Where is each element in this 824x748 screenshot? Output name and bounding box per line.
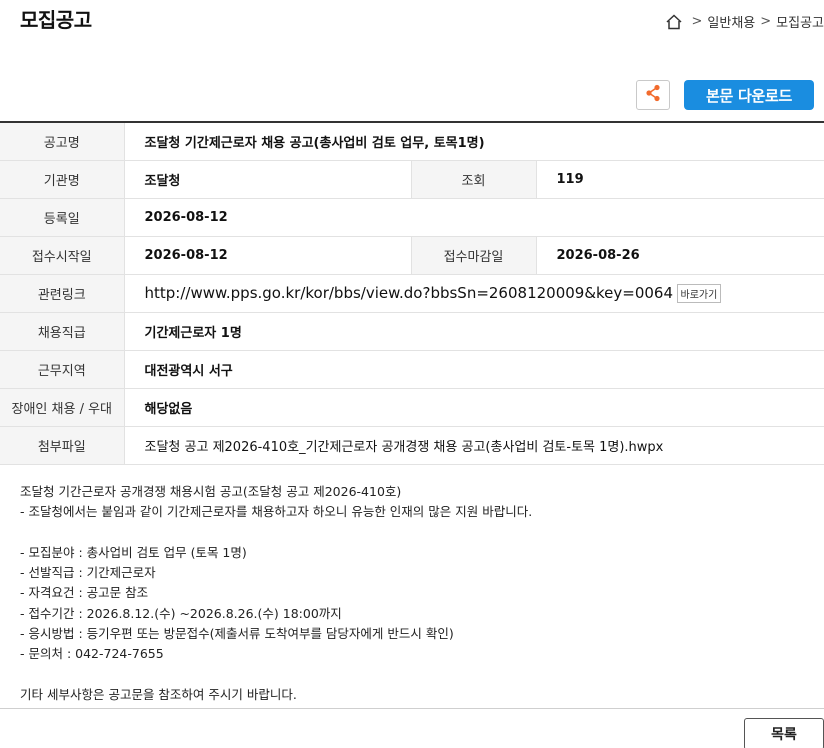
- region-label: 근무지역: [0, 350, 125, 389]
- table-row: 관련링크 http://www.pps.go.kr/kor/bbs/view.d…: [0, 274, 824, 313]
- body-line: [20, 523, 810, 543]
- notice-info-table: 공고명 조달청 기간제근로자 채용 공고(총사업비 검토 업무, 토목1명) 기…: [0, 121, 824, 465]
- breadcrumb-item-notice[interactable]: 모집공고: [776, 12, 824, 31]
- table-row: 근무지역 대전광역시 서구: [0, 350, 824, 389]
- goto-button[interactable]: 바로가기: [676, 283, 722, 303]
- position-value: 기간제근로자 1명: [124, 312, 824, 351]
- end-date-label: 접수마감일: [410, 236, 537, 275]
- table-row: 기관명 조달청 조회 119: [0, 160, 824, 199]
- agency-value: 조달청: [124, 160, 411, 199]
- table-row: 등록일 2026-08-12: [0, 198, 824, 237]
- link-label: 관련링크: [0, 274, 125, 313]
- table-row: 장애인 채용 / 우대 해당없음: [0, 388, 824, 427]
- body-line: - 조달청에서는 붙임과 같이 기간제근로자를 채용하고자 하오니 유능한 인재…: [20, 504, 533, 520]
- table-row: 접수시작일 2026-08-12 접수마감일 2026-08-26: [0, 236, 824, 275]
- divider: [0, 708, 824, 709]
- body-line: - 선발직급 : 기간제근로자: [20, 565, 156, 581]
- body-line: - 모집분야 : 총사업비 검토 업무 (토목 1명): [20, 544, 247, 560]
- body-line: 조달청 기간근로자 공개경쟁 채용시험 공고(조달청 공고 제2026-410호…: [20, 484, 402, 499]
- body-line: - 접수기간 : 2026.8.12.(수) ~2026.8.26.(수) 18…: [20, 605, 342, 621]
- body-line: [20, 665, 810, 685]
- agency-label: 기관명: [0, 160, 125, 199]
- table-row: 채용직급 기간제근로자 1명: [0, 312, 824, 351]
- region-value: 대전광역시 서구: [124, 350, 824, 389]
- views-value: 119: [536, 160, 824, 199]
- table-row: 첨부파일 조달청 공고 제2026-410호_기간제근로자 공개경쟁 채용 공고…: [0, 426, 824, 465]
- end-date-value: 2026-08-26: [536, 236, 824, 275]
- registered-value: 2026-08-12: [124, 198, 824, 237]
- notice-body: 조달청 기간근로자 공개경쟁 채용시험 공고(조달청 공고 제2026-410호…: [20, 482, 810, 705]
- attachment-label: 첨부파일: [0, 426, 125, 465]
- list-button[interactable]: 목록: [744, 718, 824, 748]
- breadcrumb-separator: >: [691, 14, 703, 29]
- title-label: 공고명: [0, 122, 125, 161]
- share-button[interactable]: [636, 80, 670, 110]
- related-link[interactable]: http://www.pps.go.kr/kor/bbs/view.do?bbs…: [145, 284, 673, 302]
- share-icon: [645, 84, 661, 106]
- body-line: - 자격요건 : 공고문 참조: [20, 585, 149, 601]
- home-icon[interactable]: [665, 13, 683, 31]
- views-label: 조회: [410, 160, 537, 199]
- position-label: 채용직급: [0, 312, 125, 351]
- link-cell: http://www.pps.go.kr/kor/bbs/view.do?bbs…: [124, 274, 824, 313]
- registered-label: 등록일: [0, 198, 125, 237]
- attachment-link[interactable]: 조달청 공고 제2026-410호_기간제근로자 공개경쟁 채용 공고(총사업비…: [124, 426, 824, 465]
- page-title: 모집공고: [20, 8, 92, 32]
- disabled-label: 장애인 채용 / 우대: [0, 388, 125, 427]
- disabled-value: 해당없음: [124, 388, 824, 427]
- start-date-label: 접수시작일: [0, 236, 125, 275]
- body-line: - 응시방법 : 등기우편 또는 방문접수(제출서류 도착여부를 담당자에게 반…: [20, 626, 454, 642]
- table-row: 공고명 조달청 기간제근로자 채용 공고(총사업비 검토 업무, 토목1명): [0, 122, 824, 161]
- breadcrumb-item-general[interactable]: 일반채용: [707, 12, 755, 31]
- title-value: 조달청 기간제근로자 채용 공고(총사업비 검토 업무, 토목1명): [124, 122, 824, 161]
- start-date-value: 2026-08-12: [124, 236, 411, 275]
- body-line: - 문의처 : 042-724-7655: [20, 646, 164, 662]
- download-button[interactable]: 본문 다운로드: [684, 80, 814, 110]
- breadcrumb-separator: >: [760, 14, 772, 29]
- breadcrumb: > 일반채용 > 모집공고: [665, 12, 824, 31]
- body-line: 기타 세부사항은 공고문을 참조하여 주시기 바랍니다.: [20, 686, 297, 702]
